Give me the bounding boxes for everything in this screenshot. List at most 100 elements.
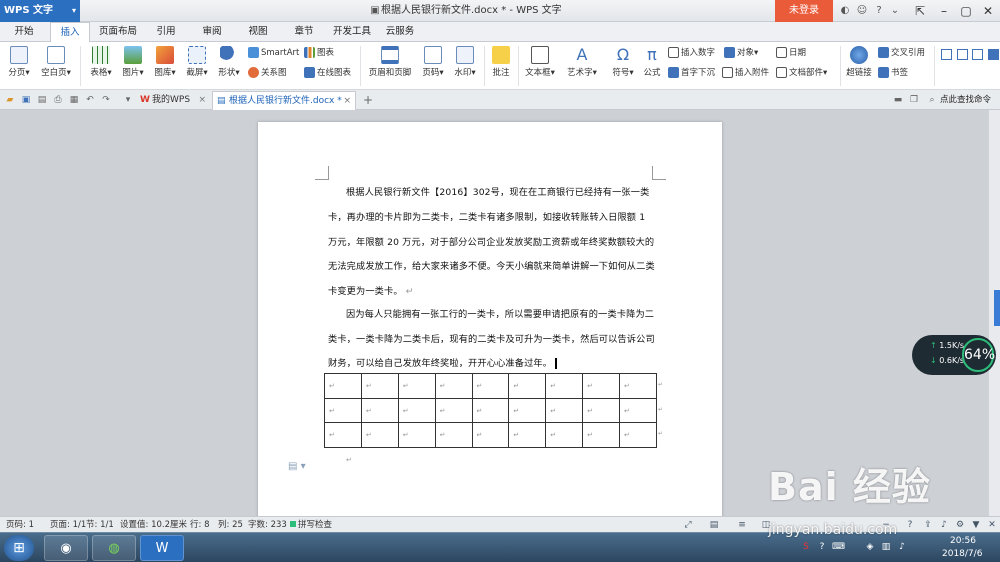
expand-icon[interactable]: ⌄ <box>888 4 902 18</box>
table-cell[interactable]: ↵ <box>324 422 362 448</box>
text-box-button[interactable]: 文本框▾ <box>524 46 556 78</box>
table-cell[interactable]: ↵ <box>434 422 473 448</box>
tab-home[interactable]: 开始 <box>6 22 42 42</box>
print-preview-icon[interactable]: ▦ <box>68 94 80 106</box>
skin-icon[interactable]: ◐ <box>838 4 852 18</box>
clock-date[interactable]: 2018/7/6 <box>942 549 982 559</box>
screenshot-button[interactable]: 截屏▾ <box>182 46 212 78</box>
help-tray-icon[interactable]: ? <box>816 541 828 553</box>
picture-button[interactable]: 图片▾ <box>118 46 148 78</box>
wordart-button[interactable]: A 艺术字▾ <box>564 46 600 79</box>
table-cell[interactable]: ↵ <box>582 373 620 399</box>
tools-icon[interactable]: ✕ <box>986 519 998 531</box>
header-footer-button[interactable]: 页眉和页脚 <box>366 46 414 78</box>
print-icon[interactable]: ⎙ <box>52 94 64 106</box>
insert-number-button[interactable]: 插入数字 <box>668 46 715 60</box>
help-icon[interactable]: ? <box>904 519 916 531</box>
minimize-doc-icon[interactable]: ▬ <box>892 94 904 106</box>
start-button[interactable]: ⊞ <box>4 535 34 561</box>
table-cell[interactable]: ↵ <box>324 397 362 424</box>
status-section[interactable]: 节: 1/1 <box>86 517 114 533</box>
table-cell[interactable]: ↵ <box>545 373 584 399</box>
wps-app-menu-button[interactable]: WPS 文字 ▾ <box>0 0 80 22</box>
wechat-taskbar-icon[interactable]: ◍ <box>92 535 136 561</box>
grid-icon[interactable] <box>972 49 984 60</box>
network-speed-widget[interactable]: ↑ 1.5K/s ↓ 0.6K/s 64% <box>912 335 996 375</box>
table-cell[interactable]: ↵ <box>508 397 547 424</box>
save-icon[interactable]: ▣ <box>20 94 32 106</box>
outline-view-icon[interactable]: ≡ <box>736 519 748 531</box>
tab-cloud-service[interactable]: 云服务 <box>382 22 418 42</box>
table-cell[interactable]: ↵ <box>619 422 657 448</box>
table-cell[interactable]: ↵ <box>324 373 362 399</box>
symbol-button[interactable]: Ω 符号▾ <box>608 46 638 79</box>
drop-cap-button[interactable]: 首字下沉 <box>668 66 715 80</box>
cross-reference-button[interactable]: 交叉引用 <box>878 46 925 60</box>
restore-doc-icon[interactable]: ❐ <box>908 94 920 106</box>
tab-page-layout[interactable]: 页面布局 <box>96 22 140 42</box>
table-cell[interactable]: ↵ <box>360 397 399 424</box>
chart-button[interactable]: 图表 <box>304 46 334 60</box>
table-cell[interactable]: ↵ <box>545 422 584 448</box>
keyboard-icon[interactable]: ⌨ <box>832 541 845 553</box>
calendar-icon[interactable] <box>941 49 952 60</box>
table-cell[interactable]: ↵ <box>619 373 657 399</box>
tab-insert[interactable]: 插入 <box>50 22 90 43</box>
sogou-icon[interactable]: S <box>800 541 812 553</box>
tab-review[interactable]: 审阅 <box>196 22 228 42</box>
mic-icon[interactable]: ♪ <box>938 519 950 531</box>
zoom-out-icon[interactable]: − <box>880 519 892 531</box>
close-button[interactable]: ✕ <box>974 0 1000 22</box>
login-button[interactable]: 未登录 <box>775 0 833 22</box>
customize-toolbar-icon[interactable]: ▾ <box>122 94 134 106</box>
table-cell[interactable]: ↵ <box>360 422 399 448</box>
command-search-label[interactable]: 点此查找命令 <box>940 92 991 108</box>
table-cell[interactable]: ↵ <box>619 397 657 424</box>
table-cell[interactable]: ↵ <box>582 422 620 448</box>
table-button[interactable]: 表格▾ <box>86 46 116 78</box>
blank-page-button[interactable]: 空白页▾ <box>38 46 74 78</box>
document-table[interactable]: ↵ ↵ ↵ ↵ ↵ ↵ ↵ ↵ ↵ ↵ ↵ ↵ ↵ ↵ ↵ ↵ ↵ ↵ ↵ ↵ ↵ ↵ ↵ ↵ ↵ ↵ ↵ <box>324 373 657 448</box>
table-cell[interactable]: ↵ <box>397 397 436 424</box>
page-break-button[interactable]: 分页▾ <box>4 46 34 78</box>
table-cell[interactable]: ↵ <box>545 397 584 424</box>
network-icon[interactable]: ▥ <box>880 541 892 553</box>
date-button[interactable]: 日期 <box>776 46 806 60</box>
table-cell[interactable]: ↵ <box>582 397 620 424</box>
clock-time[interactable]: 20:56 <box>950 536 976 546</box>
scrollbar-thumb[interactable] <box>994 290 1000 326</box>
camera-icon[interactable] <box>988 49 1000 60</box>
table-cell[interactable]: ↵ <box>434 373 473 399</box>
table-cell[interactable]: ↵ <box>508 422 547 448</box>
wps-taskbar-icon[interactable]: W <box>140 535 184 561</box>
settings-icon[interactable]: ⚙ <box>954 519 966 531</box>
close-tab-icon[interactable]: × <box>343 92 351 111</box>
table-cell[interactable]: ↵ <box>471 422 510 448</box>
status-pages[interactable]: 页面: 1/1 <box>50 517 86 533</box>
upload-cloud-icon[interactable]: ⇪ <box>922 519 934 531</box>
doc-parts-button[interactable]: 文档部件▾ <box>776 66 827 80</box>
tab-document[interactable]: ▤ 根据人民银行新文件.docx * × <box>212 91 356 110</box>
tab-my-wps[interactable]: W 我的WPS × <box>136 91 210 110</box>
chrome-taskbar-icon[interactable]: ◉ <box>44 535 88 561</box>
status-words[interactable]: 字数: 233 <box>248 517 287 533</box>
close-tab-icon[interactable]: × <box>198 91 206 110</box>
undo-icon[interactable]: ↶ <box>84 94 96 106</box>
spellcheck-toggle[interactable]: 拼写检查 <box>290 517 332 533</box>
new-tab-button[interactable]: + <box>362 94 374 106</box>
table-cell[interactable]: ↵ <box>471 373 510 399</box>
hyperlink-button[interactable]: 超链接 <box>844 46 874 78</box>
web-view-icon[interactable]: ◫ <box>760 519 772 531</box>
bookmark-button[interactable]: 书签 <box>878 66 908 80</box>
online-chart-button[interactable]: 在线图表 <box>304 66 351 80</box>
comment-button[interactable]: 批注 <box>488 46 514 78</box>
document-canvas[interactable]: 根据人民银行新文件【2016】302号，现在在工商银行已经持有一张一类 卡，再办… <box>0 110 1000 516</box>
watermark-button[interactable]: 水印▾ <box>450 46 480 78</box>
shirt-icon[interactable]: ▼ <box>970 519 982 531</box>
window-icon[interactable] <box>956 49 968 60</box>
document-page[interactable]: 根据人民银行新文件【2016】302号，现在在工商银行已经持有一张一类 卡，再办… <box>258 122 722 516</box>
table-cell[interactable]: ↵ <box>397 422 436 448</box>
status-row[interactable]: 行: 8 <box>190 517 209 533</box>
paragraph-layout-icon[interactable]: ▤ ▾ <box>288 461 306 472</box>
object-button[interactable]: 对象▾ <box>724 46 758 60</box>
